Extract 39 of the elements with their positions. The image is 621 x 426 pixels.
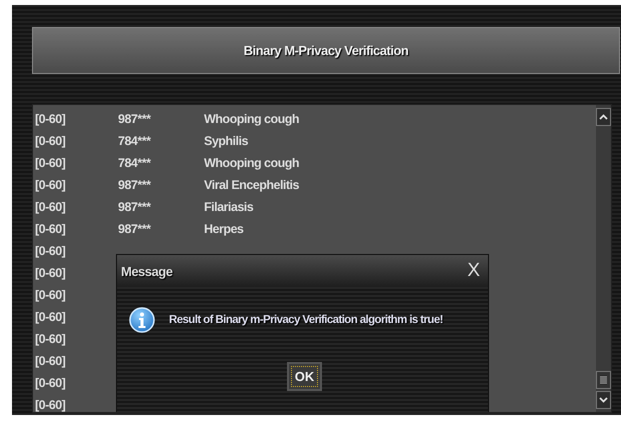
table-cell-text: 784*** [118, 156, 152, 170]
scroll-up-button[interactable] [596, 108, 611, 126]
table-cell-text: [0-60] [34, 200, 66, 214]
table-cell-text: [0-60] [34, 112, 66, 126]
table-cell-text: [0-60] [34, 354, 66, 368]
table-cell-text: [0-60] [34, 222, 66, 236]
table-cell-text: [0-60] [34, 332, 66, 346]
window-title: Binary M-Privacy Verification [244, 43, 408, 58]
table-cell-text: [0-60] [34, 134, 66, 148]
table-cell-text: [0-60] [34, 266, 66, 280]
table-cell-text: [0-60] [34, 376, 66, 390]
grip-icon [600, 375, 607, 385]
table-cell: Viral Encephelitis [204, 178, 299, 192]
dialog-title: Message [121, 264, 172, 278]
table-cell-text: 987*** [118, 222, 152, 236]
ok-button[interactable]: OK [286, 362, 322, 391]
table-cell-text: [0-60] [34, 310, 66, 324]
table-cell: Syphilis [204, 134, 248, 148]
table-cell-text: [0-60] [34, 178, 66, 192]
table-cell-text: 784*** [118, 134, 152, 148]
scroll-thumb[interactable] [596, 371, 611, 389]
table-cell-text: [0-60] [34, 288, 66, 302]
scrollbar[interactable] [596, 105, 611, 412]
table-cell-text: [0-60] [34, 398, 66, 412]
table-cell-text: [0-60] [34, 244, 66, 258]
info-icon [129, 307, 155, 333]
table-cell-text: [0-60] [34, 156, 66, 170]
chevron-up-icon [599, 114, 608, 120]
table-cell-text: 987*** [118, 178, 152, 192]
table-cell-text: 987*** [118, 112, 152, 126]
scroll-down-button[interactable] [596, 391, 611, 409]
table-cell: Whooping cough [204, 156, 300, 170]
table-cell: Filariasis [204, 200, 254, 214]
table-cell: Whooping cough [204, 112, 300, 126]
table-cell-text: 987*** [118, 200, 152, 214]
message-text: Result of Binary m-Privacy Verification algorithm is true! [169, 314, 443, 326]
table-cell: Herpes [204, 222, 244, 236]
close-button[interactable]: X [467, 260, 480, 282]
chevron-down-icon [599, 397, 608, 403]
